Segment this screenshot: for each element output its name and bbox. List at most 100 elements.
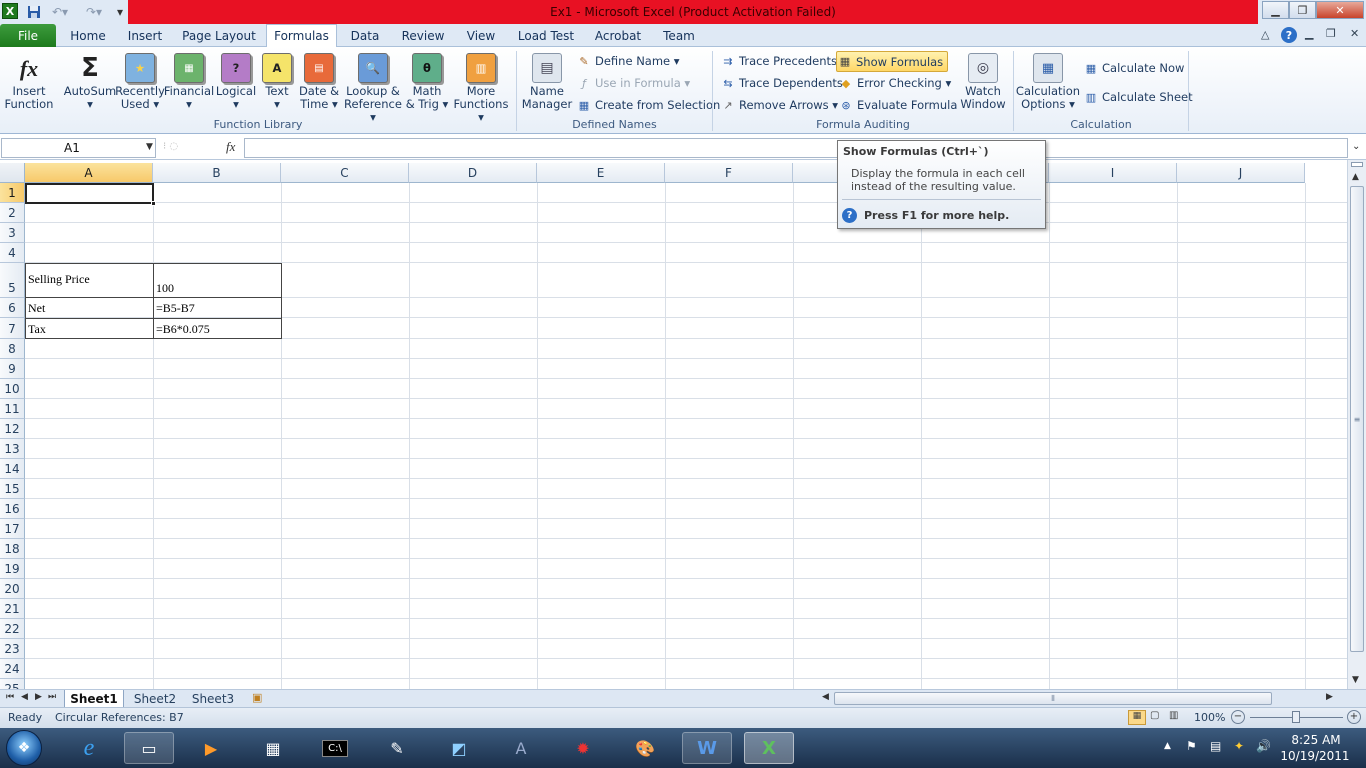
row-header-16[interactable]: 16 <box>0 499 25 519</box>
column-header-f[interactable]: F <box>665 163 793 183</box>
cell-a7[interactable]: Tax <box>25 318 153 339</box>
undo-icon[interactable]: ↶▾ <box>50 3 70 21</box>
page-layout-view-icon[interactable]: ▢ <box>1150 710 1166 725</box>
clock-time[interactable]: 8:25 AM <box>1286 733 1346 747</box>
tray-volume-icon[interactable]: 🔊 <box>1256 739 1271 753</box>
row-header-8[interactable]: 8 <box>0 339 25 359</box>
lookup-reference-button[interactable]: 🔍 Lookup & Reference ▾ <box>342 53 404 124</box>
active-cell-A1[interactable] <box>25 183 154 204</box>
workbook-minimize-icon[interactable]: ▁ <box>1305 27 1313 40</box>
row-header-23[interactable]: 23 <box>0 639 25 659</box>
tab-view[interactable]: View <box>459 24 503 47</box>
tab-acrobat[interactable]: Acrobat <box>588 24 648 47</box>
logical-button[interactable]: ? Logical ▾ <box>214 53 258 111</box>
normal-view-icon[interactable]: ▦ <box>1128 710 1146 725</box>
tray-flag-icon[interactable]: ⚑ <box>1186 739 1197 753</box>
excel-taskbar-icon[interactable]: X <box>744 732 794 764</box>
insert-function-fx-icon[interactable]: fx <box>226 139 235 155</box>
calculator-app-icon[interactable]: ▦ <box>248 732 298 764</box>
split-box[interactable] <box>1351 162 1363 167</box>
calculate-now-button[interactable]: ▦ Calculate Now <box>1083 58 1185 78</box>
row-header-21[interactable]: 21 <box>0 599 25 619</box>
zoom-out-icon[interactable]: − <box>1231 710 1245 724</box>
access-app-icon[interactable]: A <box>496 732 546 764</box>
tab-insert[interactable]: Insert <box>120 24 170 47</box>
formula-bar-splitter[interactable]: ⁝ ◌ <box>163 141 223 155</box>
last-sheet-icon[interactable]: ⏭ <box>48 692 56 702</box>
row-header-5[interactable]: 5 <box>0 263 25 298</box>
scroll-down-icon[interactable]: ▼ <box>1352 675 1359 685</box>
row-header-25[interactable]: 25 <box>0 679 25 689</box>
tab-load-test[interactable]: Load Test <box>512 24 580 47</box>
define-name-button[interactable]: ✎ Define Name ▾ <box>576 51 679 71</box>
row-header-10[interactable]: 10 <box>0 379 25 399</box>
tab-home[interactable]: Home <box>62 24 114 47</box>
row-header-20[interactable]: 20 <box>0 579 25 599</box>
first-sheet-icon[interactable]: ⏮ <box>6 692 14 702</box>
cell-b5[interactable]: 100 <box>153 263 281 298</box>
zoom-slider-thumb[interactable] <box>1292 711 1300 723</box>
vertical-scroll-thumb[interactable]: ≡ <box>1350 186 1364 652</box>
use-in-formula-button[interactable]: ƒ Use in Formula ▾ <box>576 73 690 93</box>
trace-precedents-button[interactable]: ⇉ Trace Precedents <box>720 51 837 71</box>
row-header-24[interactable]: 24 <box>0 659 25 679</box>
prev-sheet-icon[interactable]: ◀ <box>21 692 28 702</box>
row-header-9[interactable]: 9 <box>0 359 25 379</box>
row-header-2[interactable]: 2 <box>0 203 25 223</box>
column-header-a[interactable]: A <box>25 163 153 183</box>
tab-formulas[interactable]: Formulas <box>266 24 337 47</box>
sheet-tab-sheet1[interactable]: Sheet1 <box>64 690 124 708</box>
tab-page-layout[interactable]: Page Layout <box>176 24 262 47</box>
save-icon[interactable] <box>24 3 44 21</box>
recently-used-button[interactable]: ★ Recently Used ▾ <box>115 53 165 111</box>
financial-button[interactable]: ▦ Financial ▾ <box>164 53 214 111</box>
insert-function-button[interactable]: fx Insert Function <box>4 53 54 111</box>
formula-input[interactable] <box>244 138 1348 158</box>
calculation-options-button[interactable]: ▦ Calculation Options ▾ <box>1016 53 1080 111</box>
tray-network-icon[interactable]: ▤ <box>1210 739 1221 753</box>
text-button[interactable]: A Text ▾ <box>260 53 294 111</box>
row-header-22[interactable]: 22 <box>0 619 25 639</box>
cell-b7[interactable]: =B6*0.075 <box>153 318 281 339</box>
row-header-4[interactable]: 4 <box>0 243 25 263</box>
cell-a5[interactable]: Selling Price <box>25 263 153 298</box>
tab-team[interactable]: Team <box>656 24 702 47</box>
cell-b6[interactable]: =B5-B7 <box>153 298 281 318</box>
internet-explorer-icon[interactable]: e <box>64 732 114 764</box>
remove-arrows-button[interactable]: ↗ Remove Arrows ▾ <box>720 95 838 115</box>
horizontal-scroll-right-icon[interactable]: ▶ <box>1326 692 1333 702</box>
sheet-tab-sheet2[interactable]: Sheet2 <box>128 690 182 708</box>
tray-alert-icon[interactable]: ✦ <box>1234 739 1244 753</box>
tab-review[interactable]: Review <box>393 24 453 47</box>
row-header-3[interactable]: 3 <box>0 223 25 243</box>
column-header-b[interactable]: B <box>153 163 281 183</box>
name-manager-button[interactable]: ▤ Name Manager <box>520 53 574 111</box>
clock-date[interactable]: 10/19/2011 <box>1280 749 1350 763</box>
minimize-button[interactable]: ▁ <box>1262 1 1289 19</box>
gadget-icon[interactable]: ◩ <box>434 732 484 764</box>
ribbon-minimize-icon[interactable]: △ <box>1261 28 1269 41</box>
cell-a6[interactable]: Net <box>25 298 153 318</box>
insert-sheet-icon[interactable]: ▣ <box>252 691 262 704</box>
column-header-j[interactable]: J <box>1177 163 1305 183</box>
sheet-tab-sheet3[interactable]: Sheet3 <box>186 690 240 708</box>
name-box[interactable]: A1 <box>1 138 156 158</box>
column-header-i[interactable]: I <box>1049 163 1177 183</box>
formula-bar-expand-icon[interactable]: ⌄ <box>1352 141 1360 152</box>
evaluate-formula-button[interactable]: ⊛ Evaluate Formula <box>838 95 957 115</box>
autosum-button[interactable]: Σ AutoSum ▾ <box>64 53 117 111</box>
redo-icon[interactable]: ↷▾ <box>84 3 104 21</box>
tab-data[interactable]: Data <box>343 24 387 47</box>
maximize-button[interactable]: ❐ <box>1289 1 1316 19</box>
column-header-c[interactable]: C <box>281 163 409 183</box>
zoom-in-icon[interactable]: + <box>1347 710 1361 724</box>
command-prompt-icon[interactable]: C:\ <box>310 732 360 764</box>
row-header-13[interactable]: 13 <box>0 439 25 459</box>
column-header-e[interactable]: E <box>537 163 665 183</box>
horizontal-scroll-thumb[interactable]: ⦀ <box>834 692 1272 705</box>
row-header-19[interactable]: 19 <box>0 559 25 579</box>
show-formulas-button[interactable]: ▦ Show Formulas <box>836 51 949 72</box>
name-box-dropdown-icon[interactable]: ▼ <box>146 142 153 152</box>
paint-icon[interactable]: 🎨 <box>620 732 670 764</box>
select-all-corner[interactable] <box>0 163 25 183</box>
